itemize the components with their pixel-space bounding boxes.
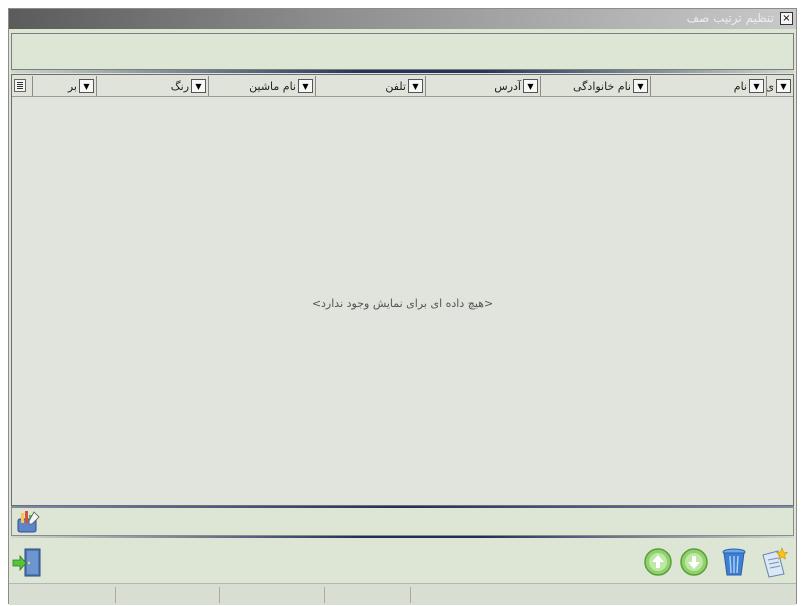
divider bbox=[11, 70, 794, 73]
close-button[interactable]: × bbox=[780, 12, 793, 25]
chevron-down-icon[interactable]: ▼ bbox=[633, 79, 648, 93]
new-document-icon[interactable] bbox=[758, 546, 790, 578]
trash-can-icon[interactable] bbox=[718, 546, 750, 578]
column-header-car-name[interactable]: ▼ نام ماشین bbox=[208, 76, 315, 96]
queue-order-window: تنظیم ترتیب صف × ▼ ی ▼ نام ▼ نام خانوادگ… bbox=[8, 8, 797, 605]
column-header-extra[interactable]: ▼ بر bbox=[32, 76, 96, 96]
column-header-address[interactable]: ▼ آدرس bbox=[425, 76, 540, 96]
column-header-color[interactable]: ▼ رنگ bbox=[96, 76, 208, 96]
action-bar bbox=[9, 541, 796, 583]
column-header-family[interactable]: ▼ نام خانوادگی bbox=[540, 76, 650, 96]
column-label: بر bbox=[67, 79, 77, 93]
arrow-up-circle-icon[interactable] bbox=[642, 546, 674, 578]
chevron-down-icon[interactable]: ▼ bbox=[79, 79, 94, 93]
group-panel bbox=[11, 33, 794, 70]
column-label: نام bbox=[733, 79, 747, 93]
divider bbox=[12, 506, 793, 508]
data-grid[interactable]: ▼ ی ▼ نام ▼ نام خانوادگی ▼ آدرس ▼ تلفن ▼… bbox=[11, 74, 794, 506]
chevron-down-icon[interactable]: ▼ bbox=[191, 79, 206, 93]
column-header-phone[interactable]: ▼ تلفن bbox=[315, 76, 425, 96]
status-cell bbox=[324, 587, 325, 603]
grid-header-row: ▼ ی ▼ نام ▼ نام خانوادگی ▼ آدرس ▼ تلفن ▼… bbox=[12, 75, 793, 97]
chart-edit-icon[interactable] bbox=[16, 509, 42, 533]
arrow-down-circle-icon[interactable] bbox=[678, 546, 710, 578]
column-label: تلفن bbox=[385, 79, 406, 93]
chevron-down-icon[interactable]: ▼ bbox=[408, 79, 423, 93]
column-label: ی bbox=[766, 79, 774, 93]
column-chooser-icon[interactable] bbox=[14, 79, 26, 92]
column-header-code[interactable]: ▼ ی bbox=[766, 76, 793, 96]
column-label: آدرس bbox=[494, 79, 521, 93]
empty-grid-message: <هیچ داده ای برای نمایش وجود ندارد> bbox=[311, 297, 494, 310]
window-title: تنظیم ترتیب صف bbox=[686, 11, 774, 25]
divider bbox=[11, 536, 794, 538]
status-bar bbox=[9, 583, 796, 605]
exit-door-icon[interactable] bbox=[11, 546, 43, 578]
title-bar[interactable]: تنظیم ترتیب صف × bbox=[9, 9, 796, 29]
column-label: نام خانوادگی bbox=[573, 79, 631, 93]
grid-footer bbox=[11, 506, 794, 536]
status-cell bbox=[115, 587, 116, 603]
column-header-name[interactable]: ▼ نام bbox=[650, 76, 766, 96]
status-cell bbox=[410, 587, 411, 603]
chevron-down-icon[interactable]: ▼ bbox=[523, 79, 538, 93]
column-label: رنگ bbox=[170, 79, 189, 93]
status-cell bbox=[219, 587, 220, 603]
chevron-down-icon[interactable]: ▼ bbox=[749, 79, 764, 93]
chevron-down-icon[interactable]: ▼ bbox=[776, 79, 791, 93]
column-label: نام ماشین bbox=[249, 79, 296, 93]
chevron-down-icon[interactable]: ▼ bbox=[298, 79, 313, 93]
